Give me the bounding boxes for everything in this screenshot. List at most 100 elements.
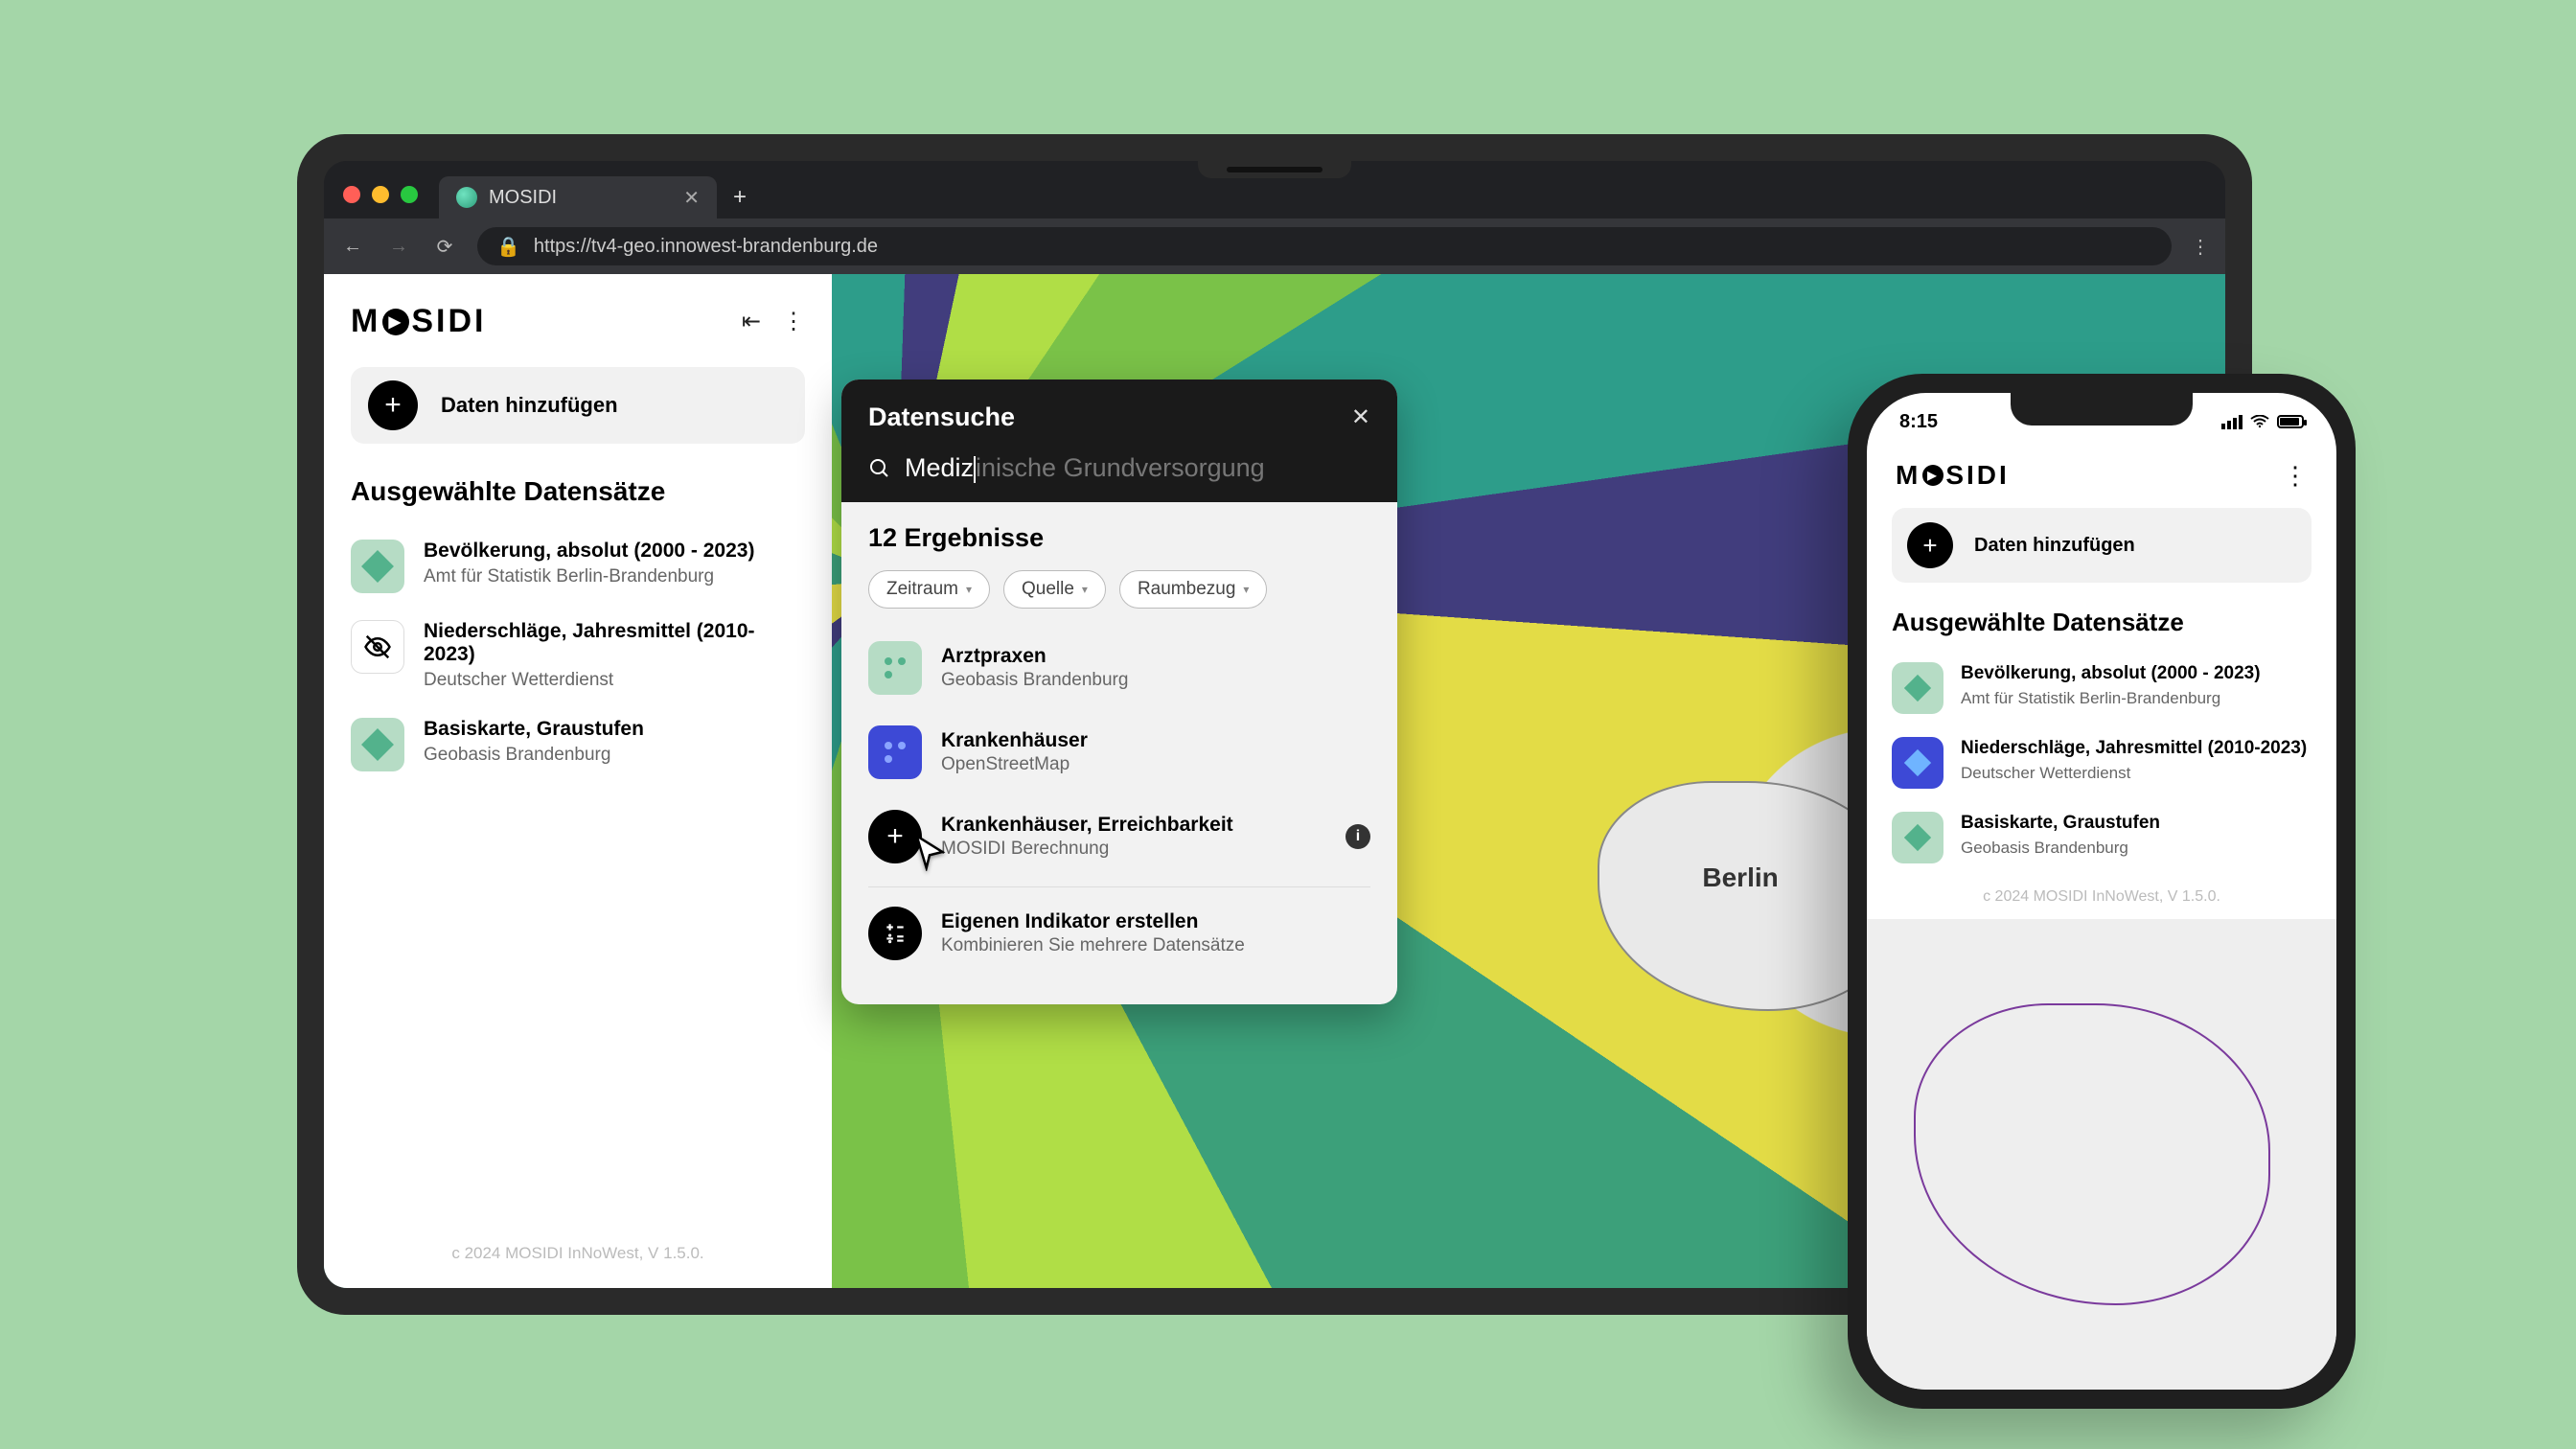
phone-footer: c 2024 MOSIDI InNoWest, V 1.5.0. [1892,875,2312,915]
search-input[interactable]: Medizinische Grundversorgung [868,453,1370,483]
data-search-popover: Datensuche ✕ Medizinische Grundversorgun… [841,380,1397,1004]
search-typed-text: Mediz [905,453,974,482]
chevron-down-icon: ▾ [966,583,972,596]
dataset-icon [1892,812,1944,863]
dataset-item[interactable]: Basiskarte, Graustufen Geobasis Brandenbu… [351,704,805,785]
filter-chip[interactable]: Raumbezug ▾ [1119,570,1267,609]
filter-chip-label: Quelle [1022,579,1074,600]
minimize-window-button[interactable] [372,186,389,203]
phone-map[interactable] [1867,919,2336,1390]
wifi-icon [2250,415,2269,428]
new-tab-button[interactable]: + [723,180,757,215]
result-title: Krankenhäuser [941,729,1088,752]
filter-chip-label: Raumbezug [1138,579,1235,600]
browser-menu-button[interactable]: ⋮ [2191,235,2210,259]
visibility-off-icon[interactable] [351,620,404,674]
create-indicator-sub: Kombinieren Sie mehrere Datensätze [941,935,1245,956]
laptop-notch [1198,161,1351,178]
maximize-window-button[interactable] [401,186,418,203]
dataset-item[interactable]: Niederschläge, Jahresmittel (2010-2023) D… [351,607,805,704]
sidebar: M▶SIDI ⇤ ⋮ + Daten hinzufügen Ausgewählt… [324,274,832,1288]
filter-chip[interactable]: Quelle ▾ [1003,570,1106,609]
result-source: MOSIDI Berechnung [941,839,1233,860]
calculator-icon [868,907,922,960]
dataset-title: Niederschläge, Jahresmittel (2010-2023) [424,620,805,666]
phone-region-outline [1914,1003,2270,1304]
dataset-item[interactable]: Bevölkerung, absolut (2000 - 2023) Amt fü… [351,526,805,607]
phone-notch [2011,393,2193,426]
reload-button[interactable]: ⟳ [431,235,458,259]
result-icon [868,641,922,695]
close-window-button[interactable] [343,186,360,203]
chevron-down-icon: ▾ [1082,583,1088,596]
add-data-card[interactable]: + Daten hinzufügen [351,367,805,444]
add-result-button[interactable]: + [868,810,922,863]
search-icon [868,457,891,480]
logo-o-icon: ▶ [382,309,409,335]
filter-chip-label: Zeitraum [886,579,958,600]
collapse-sidebar-button[interactable]: ⇤ [742,308,761,335]
dataset-source: Geobasis Brandenburg [1961,839,2160,858]
result-title: Krankenhäuser, Erreichbarkeit [941,814,1233,837]
tab-favicon [456,187,477,208]
result-source: Geobasis Brandenburg [941,670,1128,691]
dataset-icon [1892,662,1944,714]
dataset-title: Niederschläge, Jahresmittel (2010-2023) [1961,737,2307,760]
result-title: Arztpraxen [941,645,1128,668]
dataset-icon [351,540,404,593]
chevron-down-icon: ▾ [1243,583,1249,596]
add-data-label: Daten hinzufügen [441,393,618,418]
dataset-title: Bevölkerung, absolut (2000 - 2023) [1961,662,2261,685]
divider [868,886,1370,887]
phone-dataset-item[interactable]: Niederschläge, Jahresmittel (2010-2023) D… [1892,725,2312,800]
status-time: 8:15 [1899,411,1938,433]
search-result-item[interactable]: KrankenhäuserOpenStreetMap [868,710,1370,794]
info-icon[interactable]: i [1346,824,1370,849]
phone-app-logo: M▶SIDI [1896,460,2010,491]
phone-add-data-label: Daten hinzufügen [1974,535,2135,557]
results-count: 12 Ergebnisse [868,523,1370,553]
phone-screen: 8:15 M▶SIDI ⋮ + Daten hinzufügen Au [1867,393,2336,1390]
dataset-title: Bevölkerung, absolut (2000 - 2023) [424,540,754,563]
dataset-source: Deutscher Wetterdienst [1961,764,2307,783]
add-data-plus-icon: + [368,380,418,430]
create-indicator-title: Eigenen Indikator erstellen [941,910,1245,933]
forward-button[interactable]: → [385,236,412,258]
window-controls[interactable] [343,186,418,203]
sidebar-footer: c 2024 MOSIDI InNoWest, V 1.5.0. [351,1230,805,1276]
address-bar[interactable]: 🔒 https://tv4-geo.innowest-brandenburg.d… [477,227,2172,265]
selected-datasets-heading: Ausgewählte Datensätze [351,476,805,507]
result-icon [868,725,922,779]
phone-frame: 8:15 M▶SIDI ⋮ + Daten hinzufügen Au [1848,374,2356,1409]
back-button[interactable]: ← [339,236,366,258]
phone-dataset-item[interactable]: Basiskarte, Graustufen Geobasis Brandenbu… [1892,800,2312,875]
dataset-title: Basiskarte, Graustufen [424,718,644,741]
app-logo: M▶SIDI [351,303,486,340]
dataset-source: Amt für Statistik Berlin-Brandenburg [1961,689,2261,708]
create-indicator-row[interactable]: Eigenen Indikator erstellen Kombinieren … [868,891,1370,976]
dataset-source: Geobasis Brandenburg [424,745,644,766]
result-source: OpenStreetMap [941,754,1088,775]
browser-tab[interactable]: MOSIDI ✕ [439,176,717,218]
search-close-button[interactable]: ✕ [1351,403,1370,431]
phone-dataset-item[interactable]: Bevölkerung, absolut (2000 - 2023) Amt fü… [1892,651,2312,725]
dataset-source: Amt für Statistik Berlin-Brandenburg [424,566,754,587]
tab-title: MOSIDI [489,187,557,209]
browser-toolbar: ← → ⟳ 🔒 https://tv4-geo.innowest-branden… [324,218,2225,274]
phone-menu-button[interactable]: ⋮ [2283,461,2308,491]
phone-add-data-card[interactable]: + Daten hinzufügen [1892,508,2312,583]
search-result-item[interactable]: + Krankenhäuser, ErreichbarkeitMOSIDI Ber… [868,794,1370,879]
battery-icon [2277,415,2304,428]
lock-icon: 🔒 [496,235,520,259]
search-popover-title: Datensuche [868,402,1015,432]
phone-selected-datasets-heading: Ausgewählte Datensätze [1892,608,2312,637]
tab-close-icon[interactable]: ✕ [683,186,700,210]
add-data-plus-icon: + [1907,522,1953,568]
sidebar-menu-button[interactable]: ⋮ [782,308,805,335]
dataset-source: Deutscher Wetterdienst [424,670,805,691]
url-text: https://tv4-geo.innowest-brandenburg.de [534,236,878,258]
filter-chip[interactable]: Zeitraum ▾ [868,570,990,609]
dataset-icon [351,718,404,771]
search-result-item[interactable]: ArztpraxenGeobasis Brandenburg [868,626,1370,710]
dataset-title: Basiskarte, Graustufen [1961,812,2160,835]
